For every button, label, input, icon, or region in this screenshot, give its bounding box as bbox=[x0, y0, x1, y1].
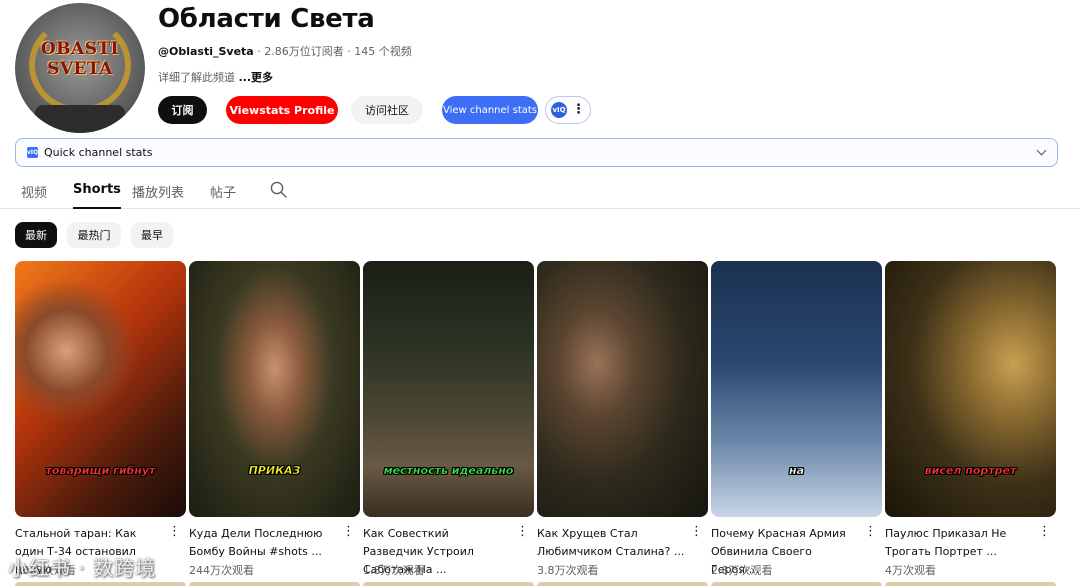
vidiq-icon: vIQ bbox=[26, 147, 39, 158]
short-thumbnail[interactable]: на bbox=[711, 261, 882, 517]
avatar-base-graphic bbox=[35, 105, 125, 133]
chevron-down-icon[interactable] bbox=[1036, 145, 1047, 156]
more-vertical-icon[interactable]: ⋮ bbox=[690, 525, 703, 538]
short-card[interactable]: местность идеально Как Совесткий Разведч… bbox=[363, 261, 534, 577]
short-caption: ПРИКАЗ bbox=[248, 464, 301, 477]
more-vertical-icon[interactable]: ⋮ bbox=[1038, 525, 1051, 538]
tab-posts[interactable]: 帖子 bbox=[210, 182, 236, 201]
description-text: 详细了解此频道 bbox=[158, 71, 235, 84]
watermark: 小红书 · 数跨境 bbox=[8, 556, 157, 580]
next-row-thumbnail[interactable] bbox=[189, 582, 360, 586]
channel-meta: @Oblasti_Sveta · 2.86万位订阅者 · 145 个视频 bbox=[158, 43, 412, 59]
quick-channel-stats-bar[interactable]: vIQ Quick channel stats bbox=[15, 138, 1058, 167]
view-channel-stats-button[interactable]: View channel stats bbox=[442, 96, 538, 124]
next-row-thumbnail[interactable] bbox=[15, 582, 186, 586]
short-thumbnail[interactable]: местность идеально bbox=[363, 261, 534, 517]
chip-popular[interactable]: 最热门 bbox=[67, 222, 121, 248]
short-title[interactable]: Паулюс Приказал Не Трогать Портрет ... bbox=[885, 525, 1033, 561]
short-thumbnail[interactable]: висел портрет bbox=[885, 261, 1056, 517]
short-card[interactable]: висел портрет Паулюс Приказал Не Трогать… bbox=[885, 261, 1056, 577]
channel-title: Области Света bbox=[158, 4, 375, 34]
short-title[interactable]: Куда Дели Последнюю Бомбу Войны #shots .… bbox=[189, 525, 337, 561]
short-caption: товарищи гибнут bbox=[45, 464, 156, 477]
short-caption: висел портрет bbox=[924, 464, 1017, 477]
tab-videos[interactable]: 视频 bbox=[21, 182, 47, 201]
quick-channel-stats-label: Quick channel stats bbox=[44, 146, 153, 159]
short-card[interactable]: товарищи гибнут Стальной таран: Как один… bbox=[15, 261, 186, 577]
channel-avatar[interactable]: OBASTI SVETA bbox=[15, 3, 145, 133]
short-card[interactable]: Как Хрущев Стал Любимчиком Сталина? ... … bbox=[537, 261, 708, 577]
subscriber-count: 2.86万位订阅者 bbox=[264, 45, 344, 58]
more-vertical-icon[interactable]: ⋮ bbox=[864, 525, 877, 538]
short-caption: местность идеально bbox=[383, 464, 514, 477]
chip-latest[interactable]: 最新 bbox=[15, 222, 57, 248]
short-views: 1.8万次观看 bbox=[363, 564, 425, 577]
more-vertical-icon[interactable]: ⋮ bbox=[342, 525, 355, 538]
channel-tabs: 视频 Shorts 播放列表 帖子 bbox=[0, 176, 1080, 209]
vidiq-icon: vIQ bbox=[551, 102, 567, 118]
more-vertical-icon[interactable]: ⋮ bbox=[168, 525, 181, 538]
tab-shorts[interactable]: Shorts bbox=[73, 182, 121, 209]
short-thumbnail[interactable] bbox=[537, 261, 708, 517]
search-icon[interactable] bbox=[270, 181, 287, 198]
short-thumbnail[interactable]: товарищи гибнут bbox=[15, 261, 186, 517]
next-row-thumbnail[interactable] bbox=[711, 582, 882, 586]
more-vertical-icon[interactable]: ⋮ bbox=[572, 103, 585, 116]
meta-separator: · bbox=[347, 45, 351, 58]
short-views: 2.8万次观看 bbox=[711, 564, 773, 577]
next-row-thumbnail[interactable] bbox=[537, 582, 708, 586]
more-vertical-icon[interactable]: ⋮ bbox=[516, 525, 529, 538]
short-thumbnail[interactable]: ПРИКАЗ bbox=[189, 261, 360, 517]
tab-playlists[interactable]: 播放列表 bbox=[132, 182, 184, 201]
visit-community-button[interactable]: 访问社区 bbox=[351, 96, 423, 124]
chip-oldest[interactable]: 最早 bbox=[131, 222, 173, 248]
subscribe-button[interactable]: 订阅 bbox=[158, 96, 207, 124]
short-views: 4万次观看 bbox=[885, 564, 936, 577]
short-title[interactable]: Как Хрущев Стал Любимчиком Сталина? ... bbox=[537, 525, 685, 561]
channel-handle: @Oblasti_Sveta bbox=[158, 45, 254, 58]
short-views: 3.8万次观看 bbox=[537, 564, 599, 577]
next-row-thumbnail[interactable] bbox=[363, 582, 534, 586]
extension-button[interactable]: vIQ ⋮ bbox=[545, 96, 591, 124]
meta-separator: · bbox=[257, 45, 261, 58]
channel-description[interactable]: 详细了解此频道 ...更多 bbox=[158, 69, 273, 85]
viewstats-profile-button[interactable]: Viewstats Profile bbox=[226, 96, 338, 124]
short-caption: на bbox=[788, 464, 805, 477]
video-count: 145 个视频 bbox=[354, 45, 412, 58]
short-card[interactable]: ПРИКАЗ Куда Дели Последнюю Бомбу Войны #… bbox=[189, 261, 360, 577]
more-link[interactable]: ...更多 bbox=[239, 71, 274, 84]
next-row-thumbnail[interactable] bbox=[885, 582, 1056, 586]
short-views: 244万次观看 bbox=[189, 564, 254, 577]
avatar-logo-text: OBASTI SVETA bbox=[40, 39, 120, 79]
short-card[interactable]: на Почему Красная Армия Обвинила Своего … bbox=[711, 261, 882, 577]
